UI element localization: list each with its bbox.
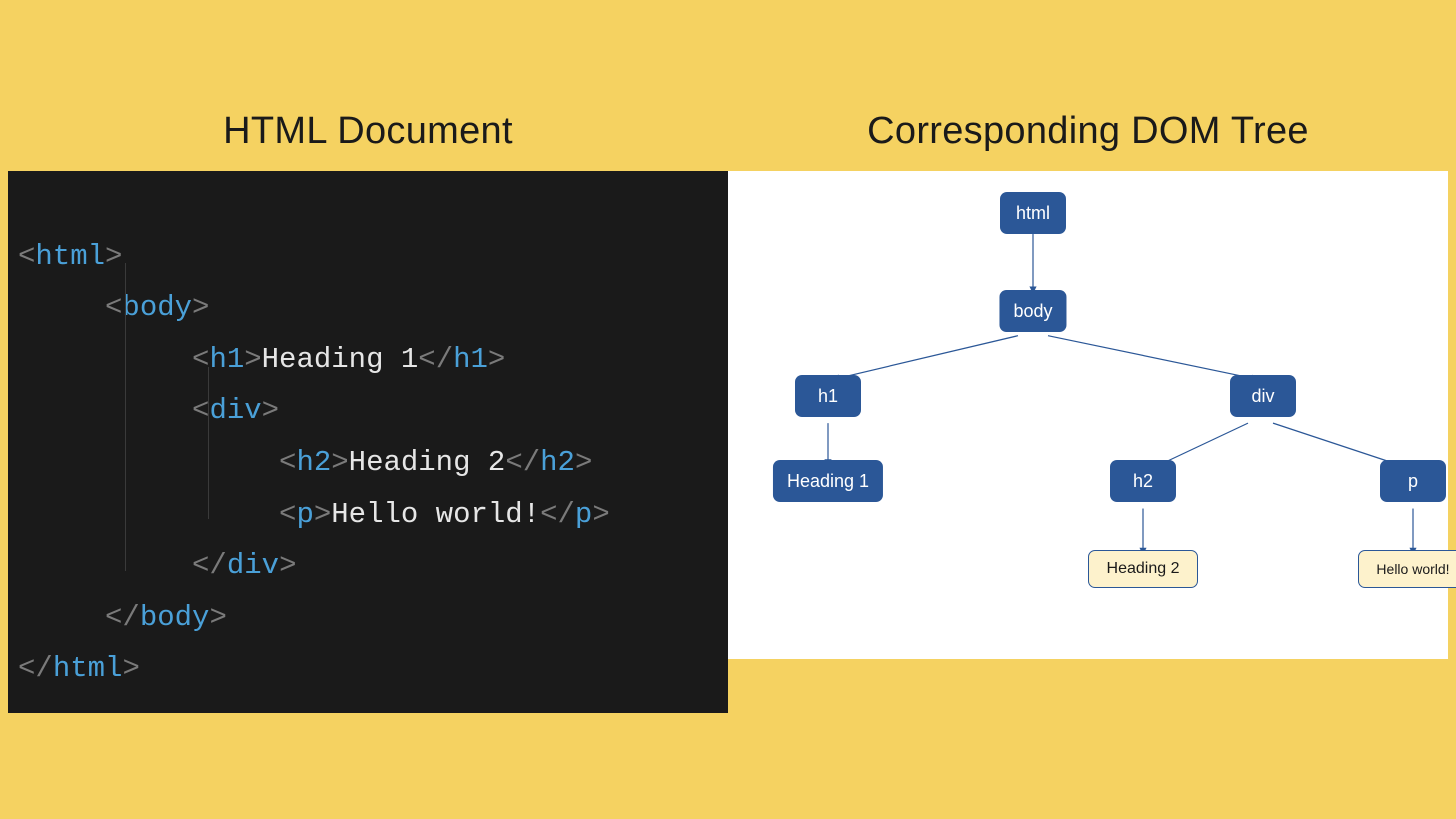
left-title: HTML Document — [8, 0, 728, 171]
tree-node-p: p — [1380, 460, 1446, 502]
code-tag-body-close: body — [140, 601, 210, 634]
left-panel: HTML Document <html> <body> <h1>Heading … — [8, 0, 728, 659]
tree-node-div: div — [1230, 375, 1296, 417]
code-tag-html-open: html — [35, 240, 105, 273]
tree-node-h1: h1 — [795, 375, 861, 417]
tree-panel: html body h1 div Heading 1 h2 p Heading … — [728, 171, 1448, 659]
tree-node-heading1: Heading 1 — [773, 460, 883, 502]
right-panel: Corresponding DOM Tree — [728, 0, 1448, 659]
code-text-p: Hello world! — [331, 498, 540, 531]
code-tag-h2-open: h2 — [296, 446, 331, 479]
tree-node-html: html — [1000, 192, 1066, 234]
code-tag-html-close: html — [53, 652, 123, 685]
tree-leaf-hello: Hello world! — [1358, 550, 1456, 588]
code-tag-body-open: body — [122, 291, 192, 324]
tree-node-h2: h2 — [1110, 460, 1176, 502]
code-text-h2: Heading 2 — [349, 446, 506, 479]
right-title: Corresponding DOM Tree — [728, 0, 1448, 171]
diagram-container: HTML Document <html> <body> <h1>Heading … — [0, 0, 1456, 819]
tree-node-body: body — [999, 290, 1066, 332]
code-tag-h1-open: h1 — [209, 343, 244, 376]
code-tag-p-open: p — [296, 498, 313, 531]
code-tag-div-close: div — [227, 549, 279, 582]
code-text-h1: Heading 1 — [262, 343, 419, 376]
code-block: <html> <body> <h1>Heading 1</h1> <div> <… — [8, 171, 728, 713]
code-tag-div-open: div — [209, 394, 261, 427]
tree-leaf-heading2: Heading 2 — [1088, 550, 1198, 588]
